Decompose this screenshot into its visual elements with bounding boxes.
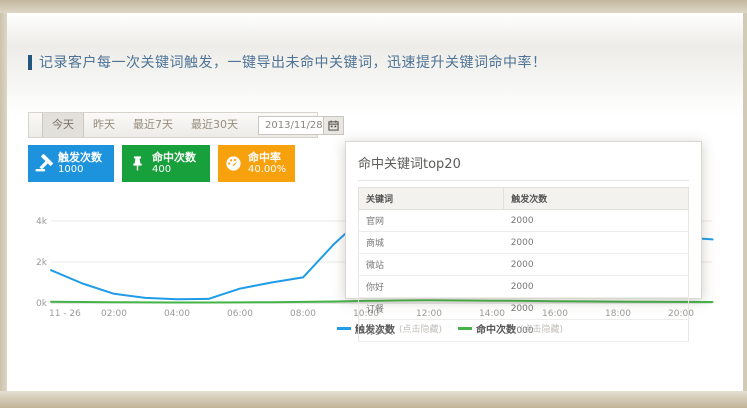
keywords-table-body: 官网2000商城2000微站2000你好2000订餐2000你多大2000 xyxy=(359,210,689,342)
table-row: 商城2000 xyxy=(359,232,689,254)
tab-last30days[interactable]: 最近30天 xyxy=(182,113,247,137)
panel-title: 命中关键词top20 xyxy=(358,153,689,172)
keywords-table: 关键词 触发次数 官网2000商城2000微站2000你好2000订餐2000你… xyxy=(358,187,689,342)
table-row: 你多大2000 xyxy=(359,320,689,342)
tab-last7days[interactable]: 最近7天 xyxy=(124,113,182,137)
column-keyword: 关键词 xyxy=(359,188,504,210)
keyword-cell: 你多大 xyxy=(359,320,504,342)
content-page: 记录客户每一次关键词触发，一键导出未命中关键词，迅速提升关键词命中率！ 今天 昨… xyxy=(7,13,743,391)
date-picker-value[interactable]: 2013/11/28 xyxy=(259,117,323,134)
svg-text:4k: 4k xyxy=(36,217,48,227)
stat-label: 触发次数 xyxy=(58,152,102,164)
top-keywords-panel: 命中关键词top20 关键词 触发次数 官网2000商城2000微站2000你好… xyxy=(345,141,702,299)
stat-cards: 触发次数 1000 命中次数 400 xyxy=(28,145,295,182)
pin-icon xyxy=(122,155,152,172)
keyword-cell: 官网 xyxy=(359,210,504,232)
trigger-count-cell: 2000 xyxy=(504,254,689,276)
stat-label: 命中次数 xyxy=(152,152,196,164)
column-trigger-count: 触发次数 xyxy=(504,188,689,210)
svg-text:11 - 26: 11 - 26 xyxy=(49,309,81,319)
date-picker[interactable]: 2013/11/28 xyxy=(258,116,344,135)
stat-card-hits[interactable]: 命中次数 400 xyxy=(122,145,210,182)
table-row: 订餐2000 xyxy=(359,298,689,320)
gauge-icon xyxy=(218,154,248,173)
stat-card-hit-rate[interactable]: 命中率 40.00% xyxy=(218,145,295,182)
page-title: 记录客户每一次关键词触发，一键导出未命中关键词，迅速提升关键词命中率！ xyxy=(28,52,547,72)
svg-text:08:00: 08:00 xyxy=(290,309,316,319)
svg-text:04:00: 04:00 xyxy=(164,309,190,319)
svg-text:0k: 0k xyxy=(36,299,48,309)
stat-value: 1000 xyxy=(58,164,102,176)
svg-text:2k: 2k xyxy=(36,258,48,268)
trigger-count-cell: 2000 xyxy=(504,298,689,320)
gavel-icon xyxy=(28,154,58,173)
svg-text:06:00: 06:00 xyxy=(227,309,253,319)
keyword-cell: 你好 xyxy=(359,276,504,298)
frame-bottom-bar xyxy=(0,391,747,408)
trigger-count-cell: 2000 xyxy=(504,232,689,254)
title-marker xyxy=(28,55,32,70)
stat-card-triggers[interactable]: 触发次数 1000 xyxy=(28,145,114,182)
trigger-count-cell: 2000 xyxy=(504,320,689,342)
table-header-row: 关键词 触发次数 xyxy=(359,188,689,210)
trigger-count-cell: 2000 xyxy=(504,210,689,232)
keyword-cell: 微站 xyxy=(359,254,504,276)
svg-text:02:00: 02:00 xyxy=(101,309,127,319)
page-title-text: 记录客户每一次关键词触发，一键导出未命中关键词，迅速提升关键词命中率！ xyxy=(39,52,547,72)
table-row: 官网2000 xyxy=(359,210,689,232)
panel-divider xyxy=(358,180,689,181)
stat-value: 400 xyxy=(152,164,196,176)
app-window: 记录客户每一次关键词触发，一键导出未命中关键词，迅速提升关键词命中率！ 今天 昨… xyxy=(0,0,747,408)
table-row: 你好2000 xyxy=(359,276,689,298)
keyword-cell: 订餐 xyxy=(359,298,504,320)
frame-left-edge xyxy=(0,13,7,391)
tab-yesterday[interactable]: 昨天 xyxy=(84,113,124,137)
calendar-icon xyxy=(328,120,339,131)
trigger-count-cell: 2000 xyxy=(504,276,689,298)
stat-label: 命中率 xyxy=(248,152,286,164)
date-range-toolbar: 今天 昨天 最近7天 最近30天 2013/11/28 xyxy=(28,112,318,138)
table-row: 微站2000 xyxy=(359,254,689,276)
calendar-button[interactable] xyxy=(323,117,343,134)
frame-top-bar xyxy=(0,0,747,13)
stat-value: 40.00% xyxy=(248,164,286,176)
keyword-cell: 商城 xyxy=(359,232,504,254)
legend-color-dash xyxy=(337,327,351,330)
tab-today[interactable]: 今天 xyxy=(42,113,84,137)
frame-right-edge xyxy=(743,13,747,391)
